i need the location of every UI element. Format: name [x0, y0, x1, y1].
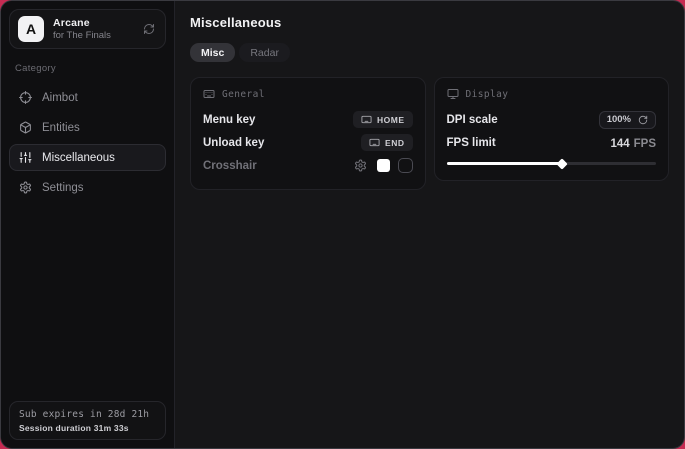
sidebar-item-label: Settings [42, 182, 84, 194]
fps-slider-fill [447, 162, 562, 165]
tab-bar: Misc Radar [190, 43, 669, 62]
cards-row: General Menu key HOME Unload key [190, 77, 669, 190]
general-card: General Menu key HOME Unload key [190, 77, 426, 190]
tab-misc[interactable]: Misc [190, 43, 235, 62]
fps-limit-label: FPS limit [447, 137, 496, 149]
sub-expiry-text: Sub expires in 28d 21h [19, 409, 156, 420]
app-logo: A [18, 16, 44, 42]
sync-icon [143, 23, 155, 35]
keyboard-icon [369, 137, 380, 148]
display-card-header: Display [447, 88, 657, 100]
app-name: Arcane [53, 17, 132, 29]
keyboard-icon [361, 114, 372, 125]
fps-limit-value-group: 144 FPS [610, 134, 656, 152]
crosshair-settings-button[interactable] [352, 157, 369, 174]
sidebar-item-miscellaneous[interactable]: Miscellaneous [9, 144, 166, 171]
fps-limit-slider[interactable] [447, 158, 657, 168]
menu-key-value: HOME [377, 115, 405, 125]
subscription-card: Sub expires in 28d 21h Session duration … [9, 401, 166, 440]
sliders-icon [19, 151, 32, 164]
crosshair-label: Crosshair [203, 160, 257, 172]
page-title: Miscellaneous [190, 15, 669, 30]
crosshair-controls [352, 157, 413, 174]
menu-key-bind-button[interactable]: HOME [353, 111, 413, 128]
sidebar-item-entities[interactable]: Entities [9, 114, 166, 141]
fps-limit-row: FPS limit 144 FPS [447, 131, 657, 154]
app-subtitle: for The Finals [53, 30, 132, 41]
box-icon [19, 121, 32, 134]
refresh-icon [638, 115, 648, 125]
fps-limit-unit: FPS [634, 138, 656, 150]
category-label: Category [15, 63, 166, 74]
tab-radar[interactable]: Radar [239, 43, 290, 62]
sidebar-nav: Aimbot Entities Miscellaneous [9, 84, 166, 201]
sidebar-item-aimbot[interactable]: Aimbot [9, 84, 166, 111]
profile-text: Arcane for The Finals [53, 17, 132, 41]
dpi-scale-value: 100% [607, 114, 631, 125]
crosshair-checkbox[interactable] [398, 158, 413, 173]
gear-icon [354, 159, 367, 172]
fps-limit-value: 144 [610, 138, 629, 150]
crosshair-row: Crosshair [203, 154, 413, 177]
menu-key-row: Menu key HOME [203, 108, 413, 131]
general-card-title: General [222, 89, 265, 100]
menu-key-label: Menu key [203, 114, 255, 126]
sidebar-item-label: Miscellaneous [42, 152, 115, 164]
monitor-icon [447, 88, 459, 100]
arcane-window: A Arcane for The Finals Category [0, 0, 685, 449]
dpi-scale-row: DPI scale 100% [447, 108, 657, 131]
display-card-title: Display [466, 89, 509, 100]
sidebar-item-label: Entities [42, 122, 80, 134]
main-content: Miscellaneous Misc Radar General Menu ke… [175, 1, 684, 448]
session-duration-text: Session duration 31m 33s [19, 423, 156, 433]
sidebar-item-label: Aimbot [42, 92, 78, 104]
crosshair-icon [19, 91, 32, 104]
unload-key-label: Unload key [203, 137, 264, 149]
general-card-header: General [203, 88, 413, 100]
unload-key-bind-button[interactable]: END [361, 134, 412, 151]
viewport: A Arcane for The Finals Category [0, 0, 685, 449]
crosshair-color-swatch[interactable] [377, 159, 390, 172]
dpi-scale-control[interactable]: 100% [599, 111, 656, 129]
sync-button[interactable] [141, 21, 157, 37]
dpi-scale-label: DPI scale [447, 114, 498, 126]
unload-key-row: Unload key END [203, 131, 413, 154]
sidebar: A Arcane for The Finals Category [1, 1, 175, 448]
display-card: Display DPI scale 100% FPS limit [434, 77, 670, 181]
unload-key-value: END [385, 138, 404, 148]
sidebar-item-settings[interactable]: Settings [9, 174, 166, 201]
keyboard-icon [203, 88, 215, 100]
fps-slider-thumb[interactable] [556, 158, 567, 169]
gear-icon [19, 181, 32, 194]
profile-card: A Arcane for The Finals [9, 9, 166, 49]
